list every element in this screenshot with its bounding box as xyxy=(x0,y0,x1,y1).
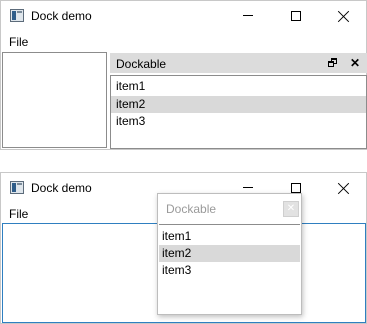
list-item[interactable]: item1 xyxy=(111,78,366,95)
dock-title-bar[interactable]: Dockable ✕ xyxy=(110,53,367,73)
minimize-icon xyxy=(243,187,253,188)
main-window-docked: Dock demo File Dockable ✕ item1 item2 it… xyxy=(0,0,367,150)
dock-title: Dockable xyxy=(116,57,167,71)
close-button[interactable] xyxy=(321,173,367,203)
menu-file[interactable]: File xyxy=(9,207,28,221)
title-bar[interactable]: Dock demo xyxy=(1,1,366,31)
list-item-selected[interactable]: item2 xyxy=(159,245,300,262)
close-button[interactable] xyxy=(321,1,367,31)
menu-file[interactable]: File xyxy=(9,35,28,49)
minimize-icon xyxy=(243,15,253,16)
floating-dock-widget[interactable]: Dockable ✕ item1 item2 item3 xyxy=(157,193,302,315)
dock-close-icon[interactable]: ✕ xyxy=(350,56,360,70)
floating-dock-close-icon[interactable]: ✕ xyxy=(283,201,299,217)
menu-bar: File xyxy=(1,33,366,51)
floating-dock-list[interactable]: item1 item2 item3 xyxy=(159,224,300,313)
window-title: Dock demo xyxy=(31,181,92,195)
app-icon xyxy=(10,181,24,194)
minimize-button[interactable] xyxy=(226,1,272,31)
list-item-selected[interactable]: item2 xyxy=(111,96,366,113)
central-widget[interactable] xyxy=(2,52,107,148)
dock-list[interactable]: item1 item2 item3 xyxy=(110,75,367,149)
maximize-icon xyxy=(291,11,301,21)
app-icon xyxy=(10,9,24,22)
float-icon[interactable] xyxy=(328,58,338,68)
close-icon xyxy=(338,182,350,194)
maximize-button[interactable] xyxy=(273,1,319,31)
floating-dock-title: Dockable xyxy=(166,202,217,216)
dock-widget: Dockable ✕ item1 item2 item3 xyxy=(110,53,367,149)
window-title: Dock demo xyxy=(31,9,92,23)
list-item[interactable]: item3 xyxy=(111,113,366,130)
list-item[interactable]: item1 xyxy=(159,228,300,245)
list-item[interactable]: item3 xyxy=(159,262,300,279)
maximize-icon xyxy=(291,183,301,193)
close-icon xyxy=(338,10,350,22)
